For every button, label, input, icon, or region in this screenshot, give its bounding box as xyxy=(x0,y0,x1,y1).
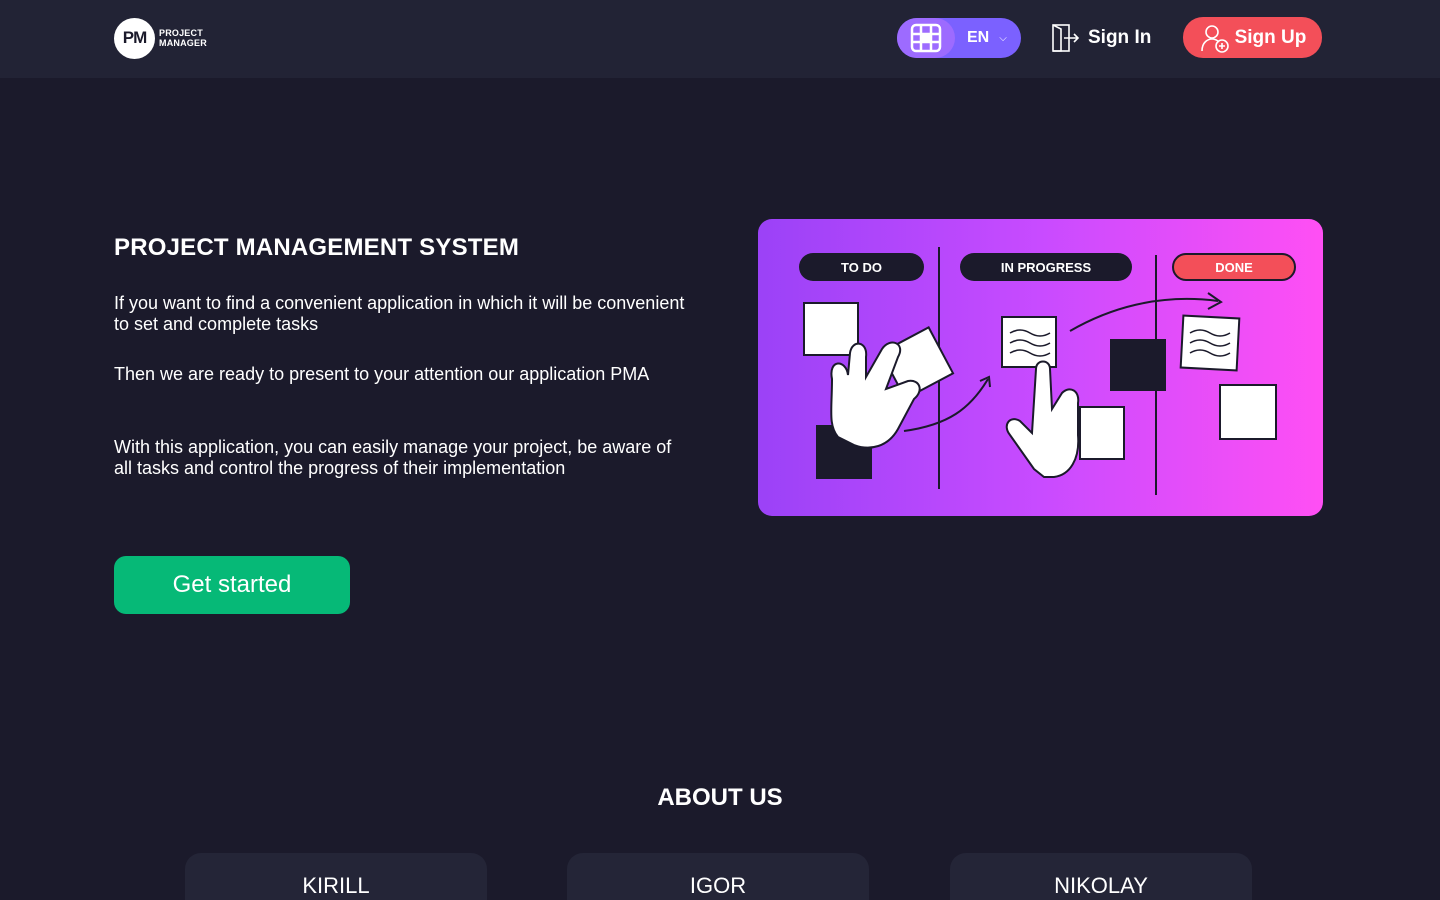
kanban-illustration: TO DO IN PROGRESS DONE xyxy=(758,219,1323,516)
sign-up-button[interactable]: Sign Up xyxy=(1183,17,1322,58)
sign-in-label: Sign In xyxy=(1088,27,1152,48)
language-code: EN xyxy=(967,29,990,46)
logo-mark: PM xyxy=(114,17,155,59)
language-selector[interactable]: EN ⌵ xyxy=(897,18,1021,58)
sign-up-label: Sign Up xyxy=(1234,26,1307,48)
column-tag-todo: TO DO xyxy=(799,253,924,281)
column-tag-done: DONE xyxy=(1172,253,1296,281)
sign-in-button[interactable]: Sign In xyxy=(1050,20,1151,56)
member-name: KIRILL xyxy=(302,873,370,898)
hero-paragraph-3: With this application, you can easily ma… xyxy=(114,437,672,478)
member-card: NIKOLAY xyxy=(950,853,1252,900)
logo-line-1: PROJECT xyxy=(159,28,203,38)
get-started-button[interactable]: Get started xyxy=(114,556,350,614)
top-header: PM PROJECT MANAGER EN ⌵ Sign In Sign Up xyxy=(0,0,1440,78)
hero-paragraph-2: Then we are ready to present to your att… xyxy=(114,364,650,384)
logo-text: PROJECT MANAGER xyxy=(159,28,207,48)
add-user-icon xyxy=(1200,24,1229,53)
logo[interactable]: PM PROJECT MANAGER xyxy=(114,17,207,59)
member-name: IGOR xyxy=(689,873,747,898)
column-tag-in-progress: IN PROGRESS xyxy=(960,253,1132,281)
logo-line-2: MANAGER xyxy=(159,38,207,48)
about-title: ABOUT US xyxy=(657,784,783,811)
globe-icon xyxy=(897,18,955,58)
member-card: KIRILL xyxy=(185,853,487,900)
member-name: NIKOLAY xyxy=(1054,873,1148,898)
member-card: IGOR xyxy=(567,853,869,900)
hero-paragraph-1: If you want to find a convenient applica… xyxy=(114,293,685,334)
door-enter-icon xyxy=(1052,24,1080,52)
chevron-down-icon: ⌵ xyxy=(999,32,1007,44)
hero-title: PROJECT MANAGEMENT SYSTEM xyxy=(114,234,520,261)
